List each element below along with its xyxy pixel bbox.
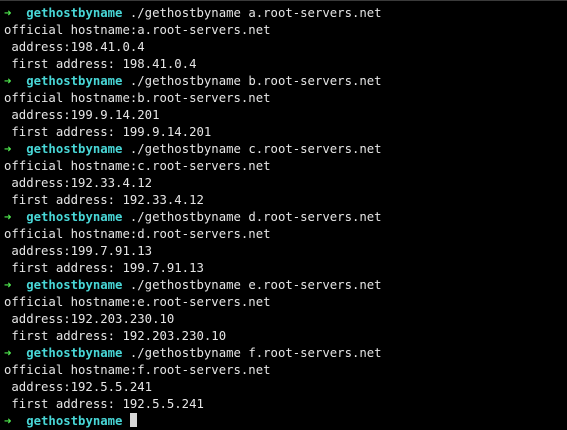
- command-line: ➜ gethostbyname ./gethostbyname d.root-s…: [4, 209, 567, 226]
- output-first-address-line: first address: 192.203.230.10: [4, 329, 227, 343]
- prompt-directory: gethostbyname: [26, 74, 123, 88]
- output-first-address-line: first address: 199.7.91.13: [4, 261, 204, 275]
- output-official-line: official hostname:e.root-servers.net: [4, 295, 271, 309]
- prompt-arrow-icon: ➜: [4, 74, 12, 88]
- command-line: ➜ gethostbyname ./gethostbyname c.root-s…: [4, 141, 567, 158]
- prompt-directory: gethostbyname: [26, 346, 123, 360]
- current-prompt-line[interactable]: ➜ gethostbyname: [4, 413, 567, 430]
- output-official-line: official hostname:f.root-servers.net: [4, 363, 271, 377]
- prompt-directory: gethostbyname: [26, 278, 123, 292]
- prompt-directory: gethostbyname: [26, 142, 123, 156]
- prompt-arrow-icon: ➜: [4, 346, 12, 360]
- command-line: ➜ gethostbyname ./gethostbyname b.root-s…: [4, 73, 567, 90]
- output-official-line: official hostname:a.root-servers.net: [4, 23, 271, 37]
- output-first-address-line: first address: 192.33.4.12: [4, 193, 204, 207]
- command-text: ./gethostbyname c.root-servers.net: [129, 142, 382, 156]
- output-first-address-line: first address: 198.41.0.4: [4, 57, 197, 71]
- prompt-directory: gethostbyname: [26, 210, 123, 224]
- output-address-line: address:199.7.91.13: [4, 244, 153, 258]
- text-cursor[interactable]: [129, 413, 137, 427]
- prompt-arrow-icon: ➜: [4, 278, 12, 292]
- command-line: ➜ gethostbyname ./gethostbyname a.root-s…: [4, 5, 567, 22]
- command-text: ./gethostbyname f.root-servers.net: [129, 346, 382, 360]
- command-text: ./gethostbyname a.root-servers.net: [129, 6, 382, 20]
- output-address-line: address:192.5.5.241: [4, 380, 153, 394]
- prompt-arrow-icon: ➜: [4, 142, 12, 156]
- output-address-line: address:192.33.4.12: [4, 176, 153, 190]
- terminal-window[interactable]: ➜ gethostbyname ./gethostbyname a.root-s…: [0, 0, 567, 430]
- command-line: ➜ gethostbyname ./gethostbyname e.root-s…: [4, 277, 567, 294]
- prompt-directory: gethostbyname: [26, 414, 123, 428]
- prompt-arrow-icon: ➜: [4, 414, 12, 428]
- output-address-line: address:192.203.230.10: [4, 312, 175, 326]
- command-line: ➜ gethostbyname ./gethostbyname f.root-s…: [4, 345, 567, 362]
- terminal-output: ➜ gethostbyname ./gethostbyname a.root-s…: [4, 5, 567, 413]
- command-text: ./gethostbyname d.root-servers.net: [129, 210, 382, 224]
- prompt-directory: gethostbyname: [26, 6, 123, 20]
- prompt-arrow-icon: ➜: [4, 6, 12, 20]
- output-address-line: address:198.41.0.4: [4, 40, 145, 54]
- output-official-line: official hostname:b.root-servers.net: [4, 91, 271, 105]
- output-first-address-line: first address: 192.5.5.241: [4, 397, 204, 411]
- command-text: ./gethostbyname b.root-servers.net: [129, 74, 382, 88]
- output-official-line: official hostname:d.root-servers.net: [4, 227, 271, 241]
- output-address-line: address:199.9.14.201: [4, 108, 160, 122]
- output-official-line: official hostname:c.root-servers.net: [4, 159, 271, 173]
- command-text: ./gethostbyname e.root-servers.net: [129, 278, 382, 292]
- output-first-address-line: first address: 199.9.14.201: [4, 125, 212, 139]
- prompt-arrow-icon: ➜: [4, 210, 12, 224]
